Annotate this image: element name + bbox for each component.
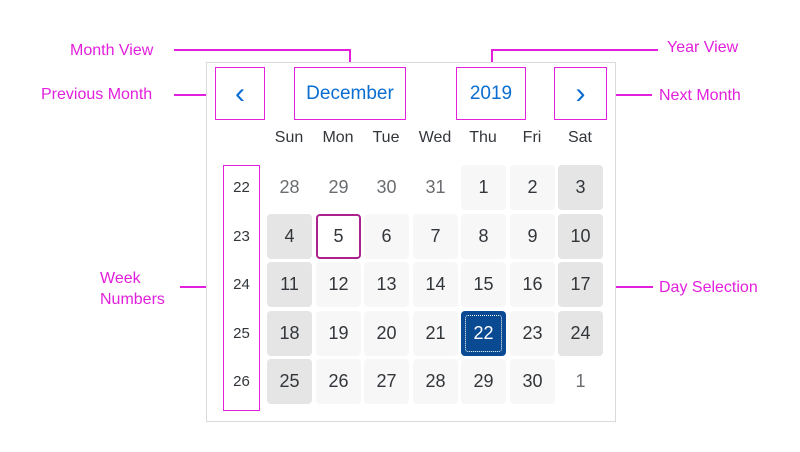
weekday-header-sun: Sun xyxy=(274,129,304,146)
day-cell[interactable]: 11 xyxy=(267,262,312,307)
day-cell[interactable]: 29 xyxy=(461,359,506,404)
day-cell[interactable]: 18 xyxy=(267,311,312,356)
day-cell[interactable]: 6 xyxy=(364,214,409,259)
week-number: 24 xyxy=(233,276,250,293)
month-view-label: Month View xyxy=(70,42,154,59)
day-cell[interactable]: 4 xyxy=(267,214,312,259)
next-month-button[interactable]: › xyxy=(554,67,607,120)
day-cell[interactable]: 30 xyxy=(364,165,409,210)
day-cell[interactable]: 29 xyxy=(316,165,361,210)
day-cell[interactable]: 28 xyxy=(267,165,312,210)
day-cell[interactable]: 26 xyxy=(316,359,361,404)
previous-month-label: Previous Month xyxy=(41,86,153,103)
day-cell[interactable]: 7 xyxy=(413,214,458,259)
day-cell[interactable]: 24 xyxy=(558,311,603,356)
day-cell[interactable]: 23 xyxy=(510,311,555,356)
year-view-connector xyxy=(491,49,658,51)
weekday-header-tue: Tue xyxy=(372,129,400,146)
weekday-header-fri: Fri xyxy=(522,129,542,146)
day-cell[interactable]: 2 xyxy=(510,165,555,210)
chevron-right-icon: › xyxy=(575,76,586,110)
weekday-header-mon: Mon xyxy=(322,129,354,146)
day-cell[interactable]: 1 xyxy=(461,165,506,210)
day-cell[interactable]: 1 xyxy=(558,359,603,404)
year-view-label: Year View xyxy=(667,39,739,56)
day-cell[interactable]: 15 xyxy=(461,262,506,307)
next-month-label: Next Month xyxy=(659,87,741,104)
week-number: 23 xyxy=(233,228,250,245)
day-cell-selected[interactable]: 22 xyxy=(461,311,506,356)
day-cell[interactable]: 10 xyxy=(558,214,603,259)
day-cell[interactable]: 17 xyxy=(558,262,603,307)
day-cell[interactable]: 20 xyxy=(364,311,409,356)
day-cell[interactable]: 16 xyxy=(510,262,555,307)
weekday-header-sat: Sat xyxy=(567,129,592,146)
day-cell-today[interactable]: 5 xyxy=(316,214,361,259)
week-number: 25 xyxy=(233,325,250,342)
weekday-header-wed: Wed xyxy=(418,129,452,146)
day-cell[interactable]: 21 xyxy=(413,311,458,356)
month-view-connector xyxy=(174,49,350,51)
year-button[interactable]: 2019 xyxy=(456,67,526,120)
day-cell[interactable]: 28 xyxy=(413,359,458,404)
previous-month-button[interactable]: ‹ xyxy=(215,67,265,120)
weekday-header-thu: Thu xyxy=(469,129,497,146)
week-numbers-label-line2: Numbers xyxy=(100,291,165,308)
day-cell[interactable]: 25 xyxy=(267,359,312,404)
day-cell[interactable]: 14 xyxy=(413,262,458,307)
week-numbers-label: Week Numbers xyxy=(100,268,165,310)
day-cell[interactable]: 19 xyxy=(316,311,361,356)
month-button[interactable]: December xyxy=(294,67,406,120)
week-number: 22 xyxy=(233,179,250,196)
day-cell[interactable]: 3 xyxy=(558,165,603,210)
week-number: 26 xyxy=(233,373,250,390)
chevron-left-icon: ‹ xyxy=(235,76,245,110)
day-cell[interactable]: 12 xyxy=(316,262,361,307)
day-cell[interactable]: 30 xyxy=(510,359,555,404)
day-cell[interactable]: 31 xyxy=(413,165,458,210)
day-cell[interactable]: 9 xyxy=(510,214,555,259)
day-cell[interactable]: 8 xyxy=(461,214,506,259)
day-selection-label: Day Selection xyxy=(659,279,758,296)
day-cell[interactable]: 27 xyxy=(364,359,409,404)
week-numbers-label-line1: Week xyxy=(100,270,141,287)
day-cell[interactable]: 13 xyxy=(364,262,409,307)
